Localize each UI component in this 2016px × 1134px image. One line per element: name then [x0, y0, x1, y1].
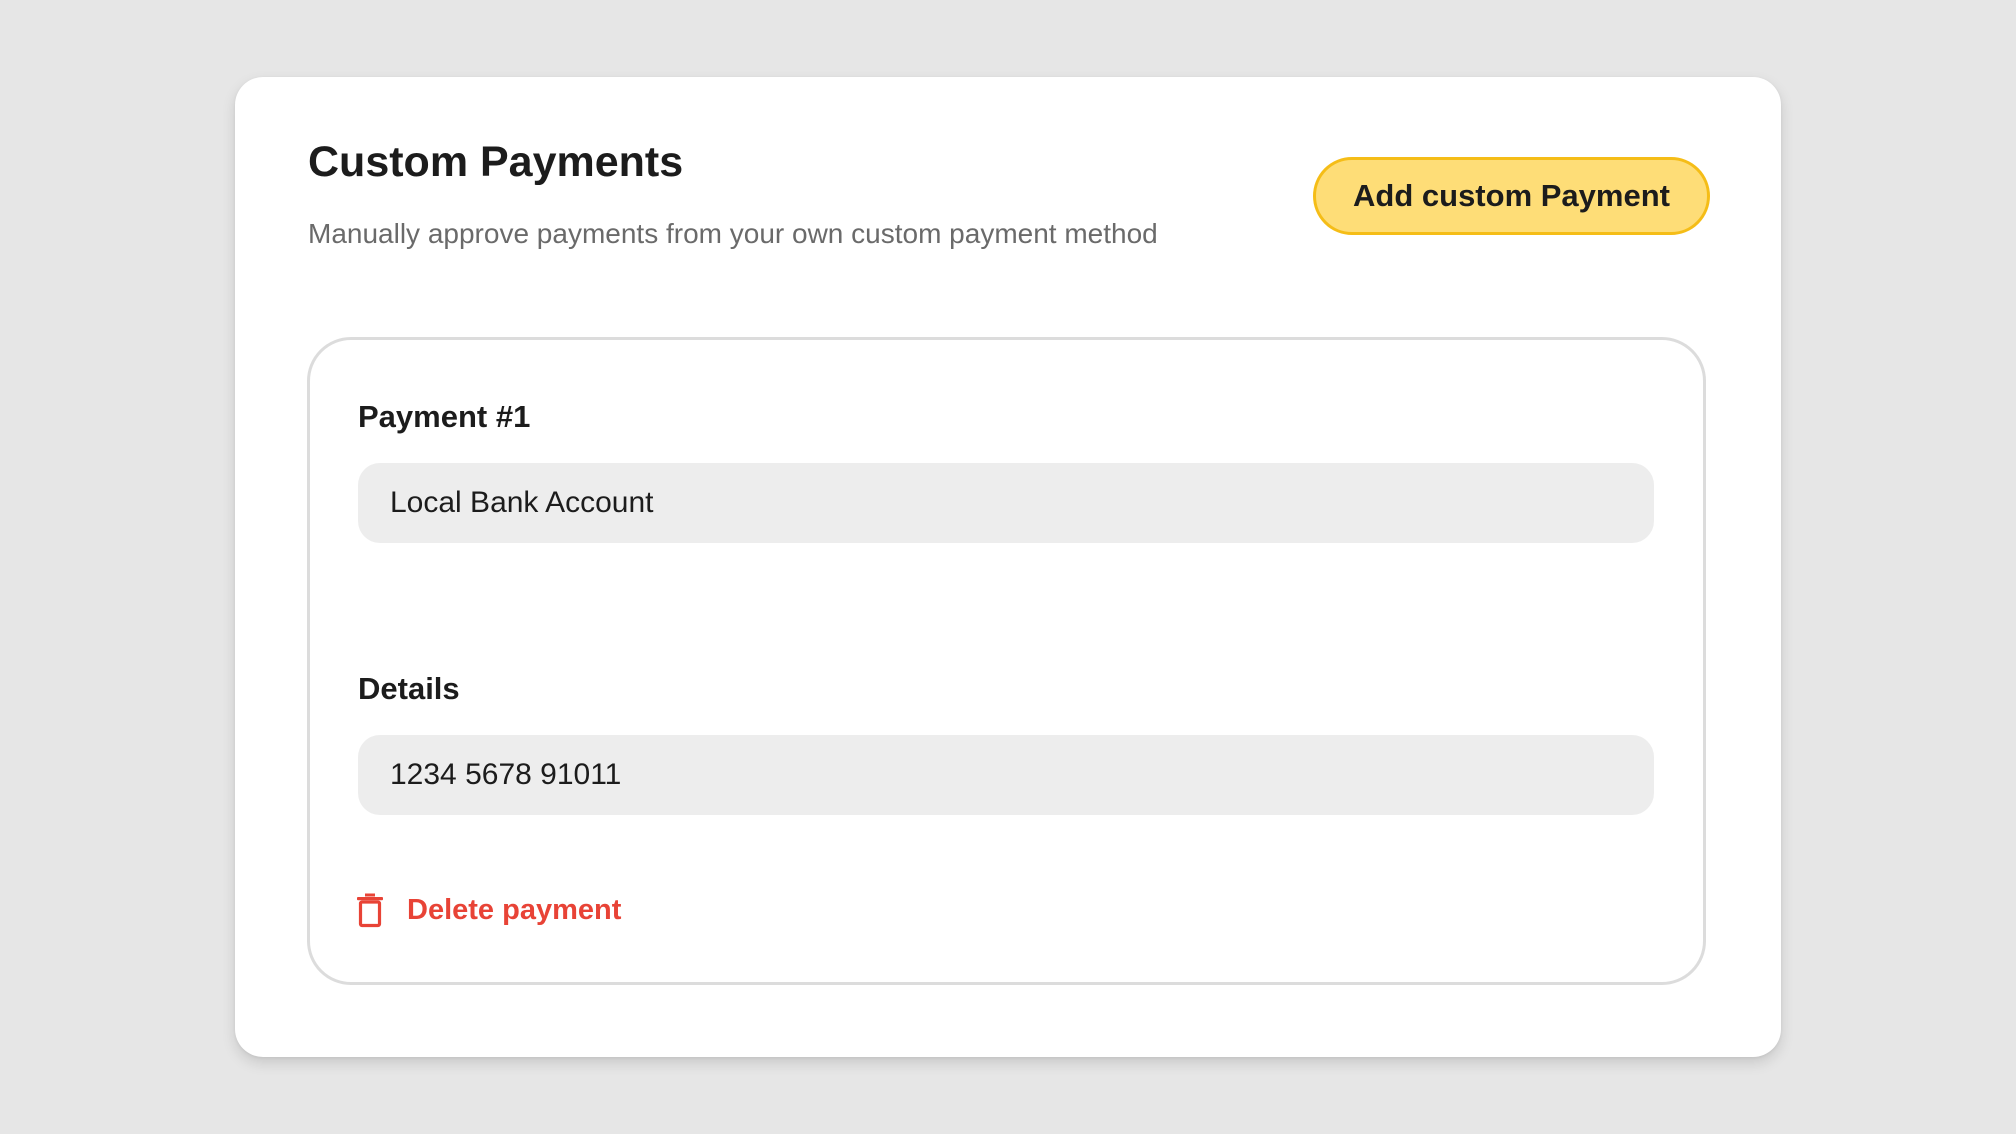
page-subtitle: Manually approve payments from your own … [308, 218, 1158, 249]
add-custom-payment-button[interactable]: Add custom Payment [1313, 157, 1710, 235]
payment-details-input[interactable] [358, 735, 1654, 815]
custom-payments-card: Custom Payments Manually approve payment… [235, 77, 1781, 1057]
trash-icon [355, 892, 385, 928]
payment-heading: Payment #1 [358, 399, 531, 434]
details-label: Details [358, 671, 460, 706]
page-title: Custom Payments [308, 138, 684, 186]
payment-name-input[interactable] [358, 463, 1654, 543]
delete-payment-label: Delete payment [407, 893, 622, 926]
delete-payment-button[interactable]: Delete payment [355, 890, 621, 930]
payment-card: Payment #1 Details Delete payment [307, 337, 1706, 985]
